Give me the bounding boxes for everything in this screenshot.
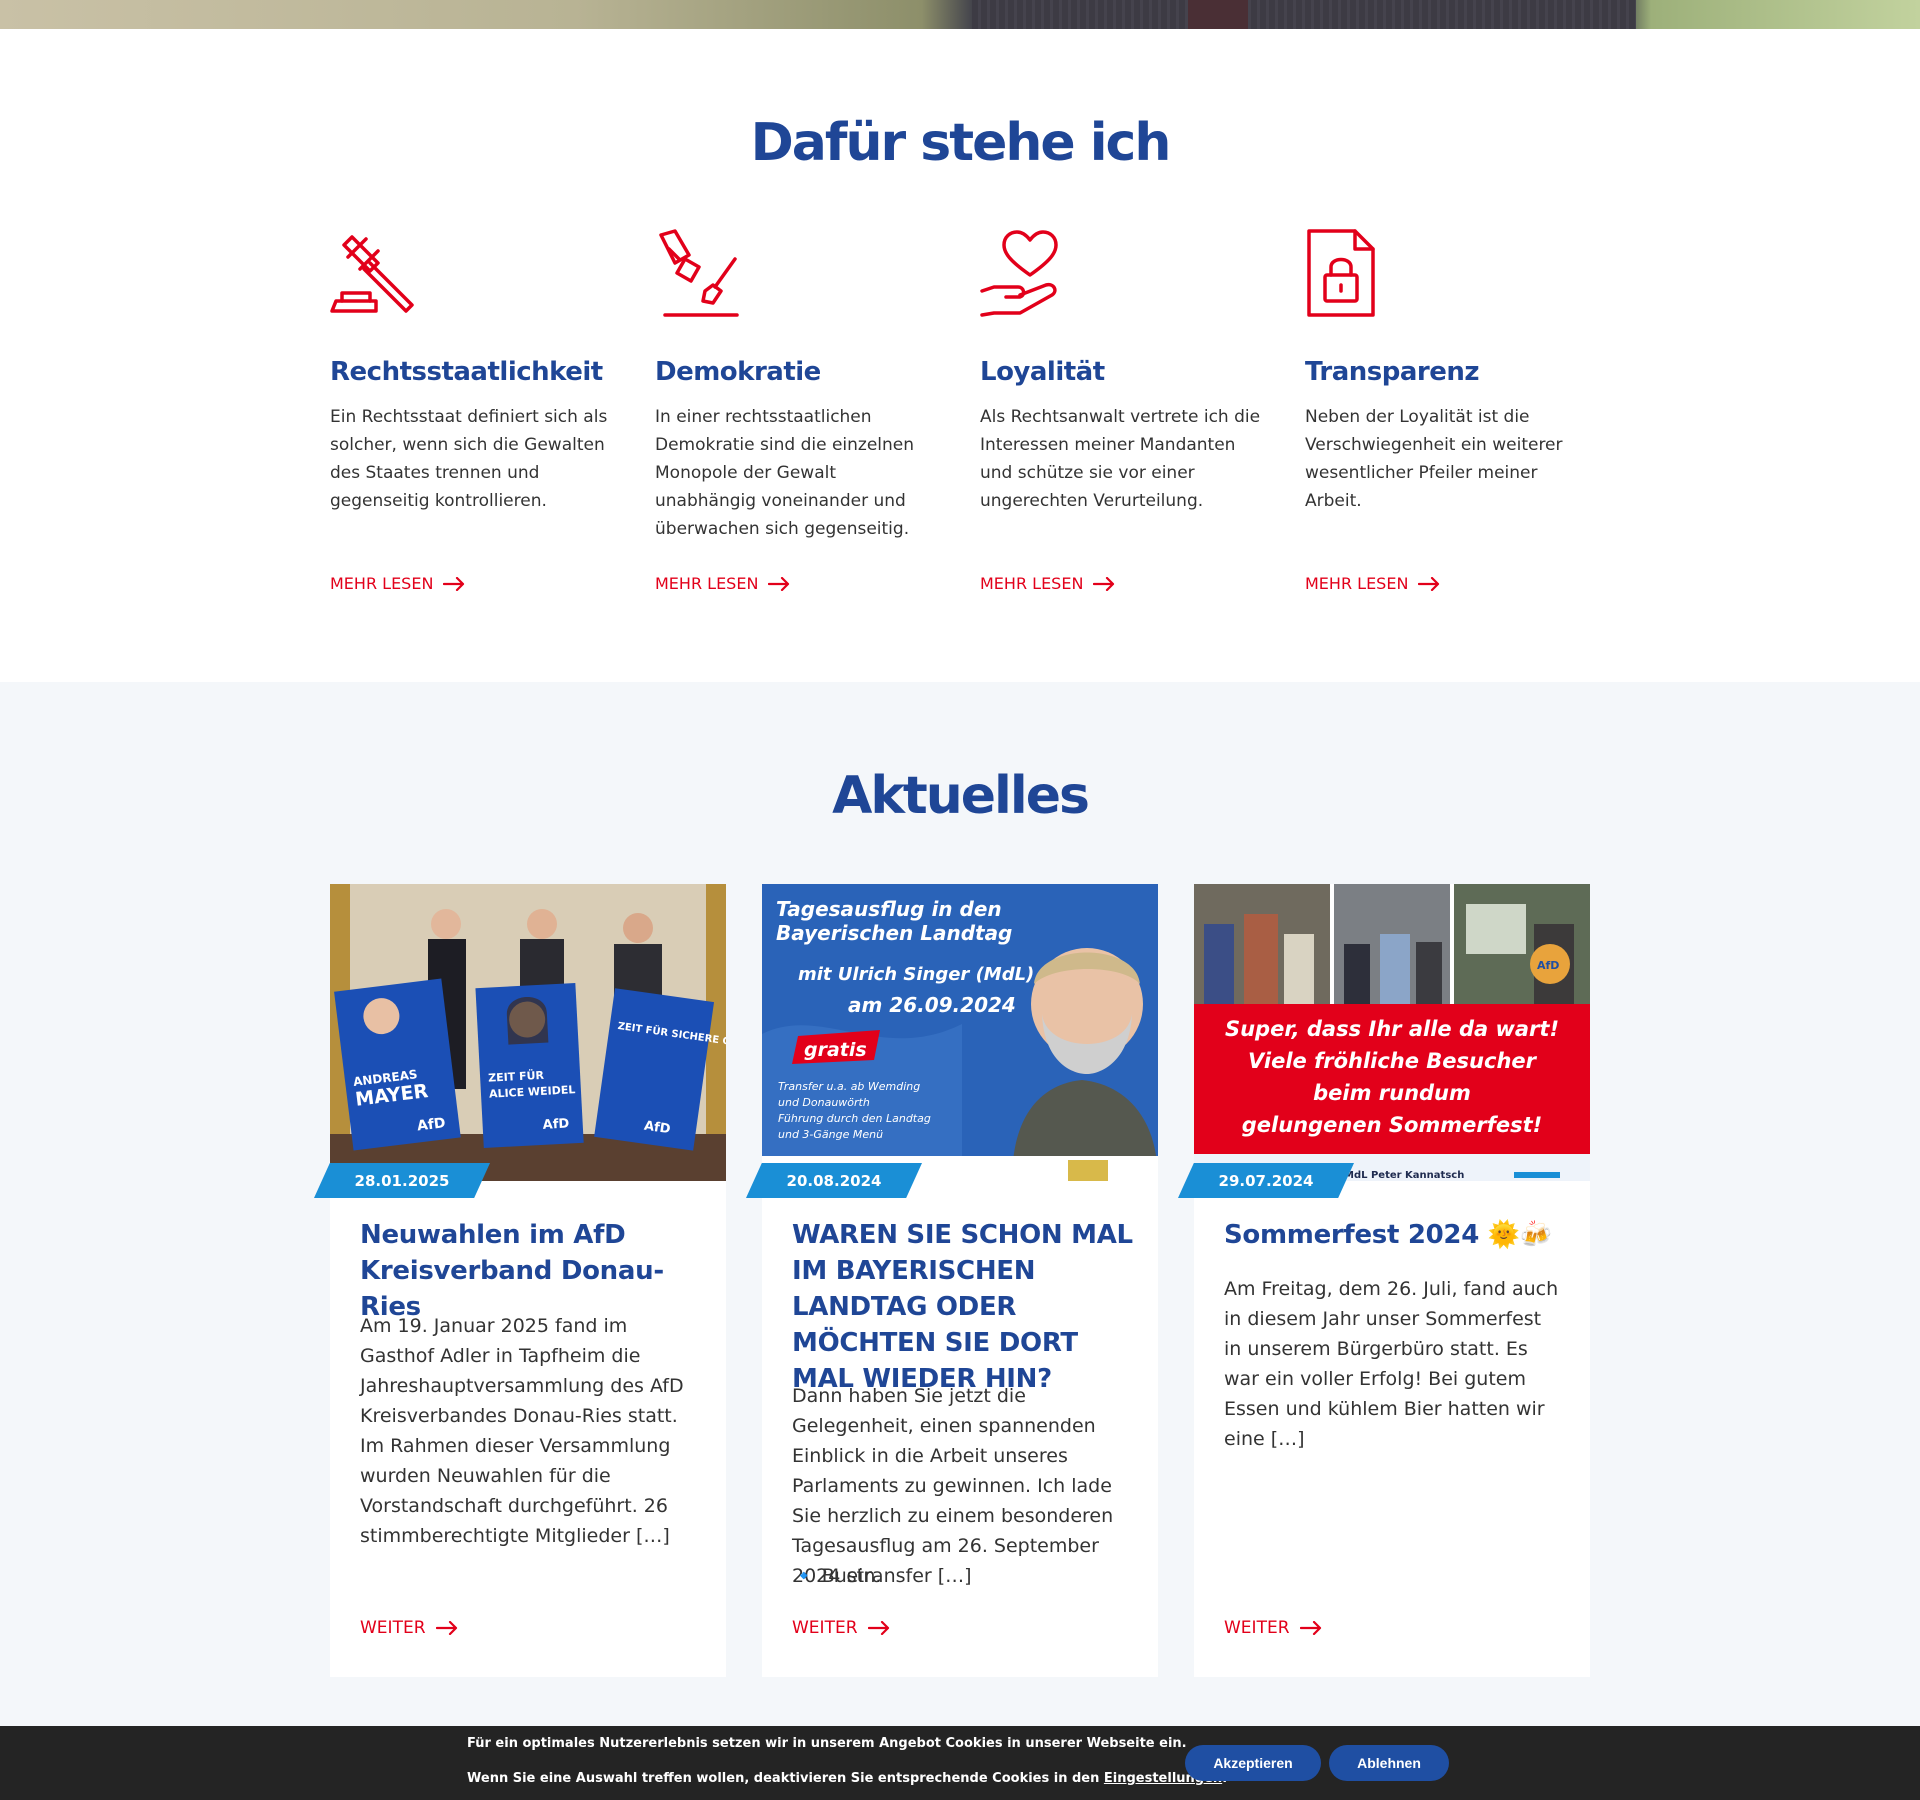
value-item-transparenz: Transparenz Neben der Loyalität ist die … [1305, 229, 1595, 515]
hero-tie [1188, 0, 1248, 29]
flyer-title-1: Tagesausflug in den [776, 897, 1002, 921]
hero-image [0, 0, 1920, 29]
news-card-title[interactable]: Neuwahlen im AfD Kreisverband Donau-Ries [360, 1217, 705, 1325]
news-card-excerpt: Am 19. Januar 2025 fand im Gasthof Adler… [360, 1315, 684, 1547]
more-link-label: WEITER [792, 1618, 858, 1638]
more-link-label: MEHR LESEN [655, 574, 759, 593]
news-card-sommerfest[interactable]: AfD Super, dass Ihr alle da wart! Viele … [1178, 884, 1590, 1677]
arrow-right-icon [867, 1621, 889, 1635]
value-title: Rechtsstaatlichkeit [330, 357, 603, 387]
news-card-title[interactable]: WAREN SIE SCHON MAL IM BAYERISCHEN LANDT… [792, 1217, 1137, 1397]
section-title-values: Dafür stehe ich [750, 113, 1172, 173]
value-item-demokratie: Demokratie In einer rechtsstaatlichen De… [655, 229, 945, 543]
news-card-image[interactable]: Tagesausflug in den Bayerischen Landtag … [762, 884, 1158, 1181]
sommerfest-collage-image: AfD Super, dass Ihr alle da wart! Viele … [1194, 884, 1590, 1181]
date-badge: 20.08.2024 [746, 1163, 922, 1198]
more-link-rechtsstaatlichkeit[interactable]: MEHR LESEN [330, 574, 465, 593]
arrow-right-icon [1418, 576, 1440, 591]
arrow-right-icon [768, 576, 790, 591]
more-link-news-3[interactable]: WEITER [1224, 1618, 1322, 1638]
flyer-sub-2: am 26.09.2024 [848, 993, 1016, 1017]
flyer-title-2: Bayerischen Landtag [776, 921, 1012, 945]
collage-line-1: Super, dass Ihr alle da wart! [1225, 1017, 1559, 1041]
value-item-rechtsstaatlichkeit: Rechtsstaatlichkeit Ein Rechtsstaat defi… [330, 229, 620, 515]
more-link-label: MEHR LESEN [1305, 574, 1409, 593]
ballot-vote-icon [659, 229, 739, 317]
news-card-excerpt: Dann haben Sie jetzt die Gelegenheit, ei… [792, 1385, 1114, 1587]
news-card-image[interactable]: AfD Super, dass Ihr alle da wart! Viele … [1194, 884, 1590, 1181]
news-card-title[interactable]: Sommerfest 2024 🌞🍻 [1224, 1217, 1569, 1253]
flyer-sub-1: mit Ulrich Singer (MdL) [798, 964, 1034, 985]
value-text: Ein Rechtsstaat definiert sich als solch… [330, 407, 608, 511]
cookie-banner: Für ein optimales Nutzererlebnis setzen … [0, 1726, 1920, 1800]
news-section: Aktuelles ANDREAS MAYER AfD ZEIT FÜR ALI… [0, 682, 1920, 1800]
more-link-news-1[interactable]: WEITER [360, 1618, 458, 1638]
flyer-small-2: und Donauwörth [778, 1096, 870, 1109]
more-link-label: WEITER [360, 1618, 426, 1638]
more-link-label: MEHR LESEN [330, 574, 434, 593]
collage-line-2: Viele fröhliche Besucher [1248, 1049, 1538, 1073]
value-title: Transparenz [1305, 357, 1480, 387]
values-section: Dafür stehe ich Rechtsstaatlichkeit Ein … [0, 29, 1920, 682]
heart-hand-icon [980, 230, 1058, 317]
flyer-small-4: und 3-Gänge Menü [778, 1128, 883, 1141]
cookie-text-2-prefix: Wenn Sie eine Auswahl treffen wollen, de… [467, 1771, 1104, 1786]
news-card-neuwahlen[interactable]: ANDREAS MAYER AfD ZEIT FÜR ALICE WEIDEL … [314, 884, 726, 1677]
arrow-right-icon [435, 1621, 457, 1635]
accept-cookies-button[interactable]: Akzeptieren [1185, 1745, 1321, 1781]
landtag-flyer-image: Tagesausflug in den Bayerischen Landtag … [762, 884, 1158, 1181]
collage-logo: AfD [1537, 959, 1559, 972]
decline-cookies-button[interactable]: Ablehnen [1329, 1745, 1449, 1781]
cookie-text-2: Wenn Sie eine Auswahl treffen wollen, de… [467, 1771, 1227, 1786]
gavel-icon [330, 235, 414, 313]
flyer-small-3: Führung durch den Landtag [778, 1112, 931, 1125]
value-item-loyalitaet: Loyalität Als Rechtsanwalt vertrete ich … [980, 229, 1270, 515]
news-card-excerpt: Am Freitag, dem 26. Juli, fand auch in d… [1224, 1278, 1559, 1450]
collage-footer: MdL Peter Kannatsch [1344, 1170, 1464, 1181]
value-title: Demokratie [655, 357, 821, 387]
value-text: Neben der Loyalität ist die Verschwiegen… [1305, 407, 1563, 511]
group-photo-image: ANDREAS MAYER AfD ZEIT FÜR ALICE WEIDEL … [330, 884, 726, 1181]
value-title: Loyalität [980, 357, 1105, 387]
flyer-small-1: Transfer u.a. ab Wemding [778, 1080, 920, 1093]
news-card-excerpt-bullet: 🔹 Bustransfer […] [792, 1565, 972, 1587]
collage-line-4: gelungenen Sommerfest! [1242, 1113, 1543, 1137]
collage-line-3: beim rundum [1313, 1081, 1471, 1105]
arrow-right-icon [443, 576, 465, 591]
flyer-gratis: gratis [804, 1039, 867, 1061]
poster-logo: AfD [542, 1116, 569, 1132]
news-card-landtag[interactable]: Tagesausflug in den Bayerischen Landtag … [746, 884, 1158, 1677]
more-link-demokratie[interactable]: MEHR LESEN [655, 574, 790, 593]
locked-document-icon [1307, 229, 1375, 317]
more-link-news-2[interactable]: WEITER [792, 1618, 890, 1638]
value-text: Als Rechtsanwalt vertrete ich die Intere… [980, 407, 1261, 511]
arrow-right-icon [1299, 1621, 1321, 1635]
date-badge: 28.01.2025 [314, 1163, 490, 1198]
hero-suit [972, 0, 1636, 29]
more-link-label: WEITER [1224, 1618, 1290, 1638]
news-card-image[interactable]: ANDREAS MAYER AfD ZEIT FÜR ALICE WEIDEL … [330, 884, 726, 1181]
cookie-text-1: Für ein optimales Nutzererlebnis setzen … [467, 1736, 1187, 1751]
value-text: In einer rechtsstaatlichen Demokratie si… [655, 407, 915, 539]
date-badge: 29.07.2024 [1178, 1163, 1354, 1198]
section-title-news: Aktuelles [832, 766, 1090, 826]
more-link-label: MEHR LESEN [980, 574, 1084, 593]
arrow-right-icon [1093, 576, 1115, 591]
more-link-loyalitaet[interactable]: MEHR LESEN [980, 574, 1115, 593]
more-link-transparenz[interactable]: MEHR LESEN [1305, 574, 1440, 593]
poster-2-line-1: ZEIT FÜR [488, 1068, 545, 1085]
